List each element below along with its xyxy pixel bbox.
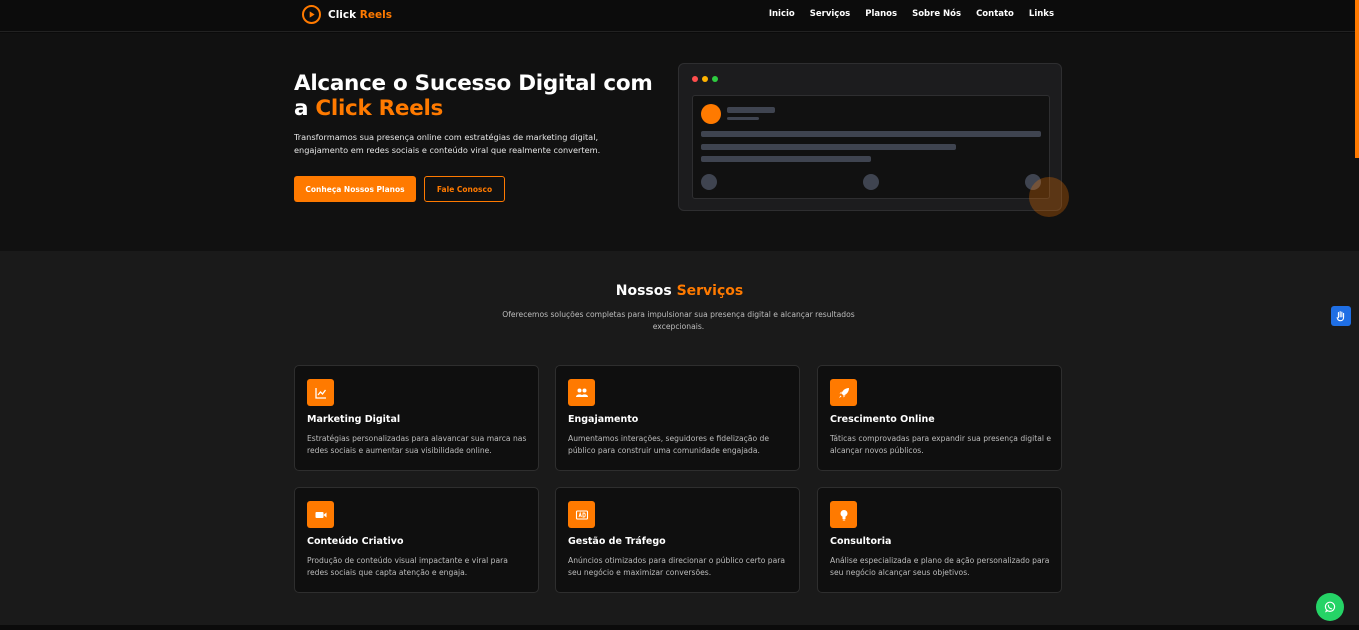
service-card-title: Crescimento Online bbox=[830, 414, 935, 425]
service-card-title: Marketing Digital bbox=[307, 414, 401, 425]
next-section-edge bbox=[0, 625, 1359, 630]
chart-line-icon bbox=[307, 379, 334, 406]
hero-title: Alcance o Sucesso Digital com a Click Ree… bbox=[294, 71, 653, 121]
nav-link-contato[interactable]: Contato bbox=[976, 9, 1014, 19]
services-subtitle: Oferecemos soluções completas para impul… bbox=[502, 310, 855, 331]
services-section: Nossos Serviços Oferecemos soluções comp… bbox=[0, 251, 1359, 625]
service-card-description: Análise especializada e plano de ação pe… bbox=[830, 556, 1050, 577]
hero-section: Alcance o Sucesso Digital com a Click Ree… bbox=[0, 33, 1359, 251]
lightbulb-icon bbox=[830, 501, 857, 528]
service-card-title: Engajamento bbox=[568, 414, 639, 425]
service-card-description: Produção de conteúdo visual impactante e… bbox=[307, 556, 508, 577]
service-card-title: Consultoria bbox=[830, 536, 892, 547]
mockup-circle bbox=[701, 174, 717, 190]
hero-subtitle: Transformamos sua presença online com es… bbox=[294, 132, 601, 155]
ad-icon bbox=[568, 501, 595, 528]
video-camera-icon bbox=[307, 501, 334, 528]
mockup-line bbox=[727, 117, 759, 120]
nav-link-planos[interactable]: Planos bbox=[865, 9, 897, 19]
glow-decoration bbox=[1029, 177, 1069, 217]
mockup-avatar bbox=[701, 104, 721, 124]
rocket-icon bbox=[830, 379, 857, 406]
browser-mockup-illustration bbox=[678, 63, 1062, 211]
scrollbar[interactable] bbox=[1355, 0, 1359, 158]
service-card-description: Anúncios otimizados para direcionar o pú… bbox=[568, 556, 786, 577]
service-card-marketing-digital: Marketing Digital Estratégias personaliz… bbox=[294, 365, 539, 471]
service-card-description: Táticas comprovadas para expandir sua pr… bbox=[830, 434, 1052, 455]
service-card-gestao-de-trafego: Gestão de Tráfego Anúncios otimizados pa… bbox=[555, 487, 800, 593]
service-card-consultoria: Consultoria Análise especializada e plan… bbox=[817, 487, 1062, 593]
nav-link-inicio[interactable]: Inicio bbox=[769, 9, 795, 19]
plans-button[interactable]: Conheça Nossos Planos bbox=[294, 176, 416, 202]
service-card-title: Conteúdo Criativo bbox=[307, 536, 404, 547]
play-logo-icon bbox=[302, 5, 321, 24]
service-card-description: Aumentamos interações, seguidores e fide… bbox=[568, 434, 769, 455]
mockup-line bbox=[701, 131, 1041, 137]
mockup-line bbox=[727, 107, 775, 113]
window-dot-red bbox=[692, 76, 698, 82]
navbar: Click Reels Inicio Serviços Planos Sobre… bbox=[0, 0, 1359, 32]
window-dot-yellow bbox=[702, 76, 708, 82]
whatsapp-icon[interactable] bbox=[1316, 593, 1344, 621]
nav-link-sobre-nos[interactable]: Sobre Nós bbox=[912, 9, 961, 19]
mockup-line bbox=[701, 156, 871, 162]
mockup-screen bbox=[692, 95, 1050, 199]
logo-text: Click Reels bbox=[328, 8, 392, 21]
mockup-circle bbox=[863, 174, 879, 190]
logo[interactable]: Click Reels bbox=[302, 5, 392, 24]
service-card-crescimento-online: Crescimento Online Táticas comprovadas p… bbox=[817, 365, 1062, 471]
accessibility-icon[interactable] bbox=[1331, 306, 1351, 326]
window-dot-green bbox=[712, 76, 718, 82]
nav-link-servicos[interactable]: Serviços bbox=[810, 9, 850, 19]
users-icon bbox=[568, 379, 595, 406]
service-card-engajamento: Engajamento Aumentamos interações, segui… bbox=[555, 365, 800, 471]
nav-links: Inicio Serviços Planos Sobre Nós Contato… bbox=[769, 9, 1054, 19]
contact-button[interactable]: Fale Conosco bbox=[424, 176, 505, 202]
service-card-conteudo-criativo: Conteúdo Criativo Produção de conteúdo v… bbox=[294, 487, 539, 593]
service-card-description: Estratégias personalizadas para alavanca… bbox=[307, 434, 527, 455]
mockup-line bbox=[701, 144, 956, 150]
nav-link-links[interactable]: Links bbox=[1029, 9, 1054, 19]
services-title: Nossos Serviços bbox=[615, 283, 744, 299]
service-card-title: Gestão de Tráfego bbox=[568, 536, 666, 547]
